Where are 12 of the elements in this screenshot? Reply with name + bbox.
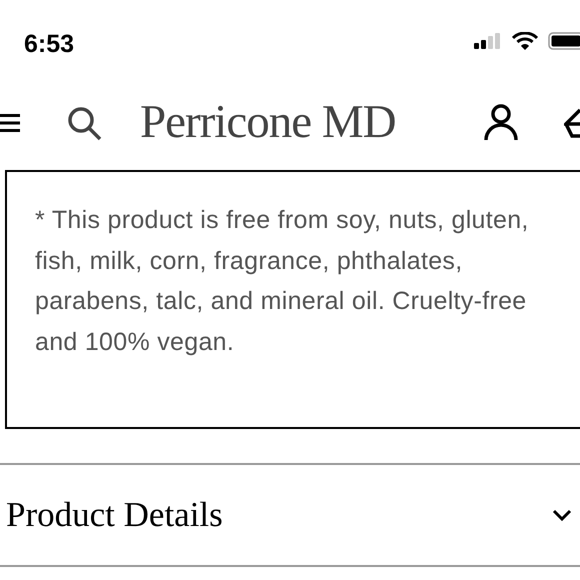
wifi-icon <box>512 32 538 50</box>
brand-logo[interactable]: Perricone MD <box>140 94 396 150</box>
section-title: Product Details <box>6 494 223 536</box>
notice-text: * This product is free from soy, nuts, gluten, fish, milk, corn, fragrance, phthalates, parabens, talc, and mineral oil. Cruelty-free and 100% vegan. <box>35 205 530 358</box>
battery-icon <box>548 32 580 50</box>
status-time: 6:53 <box>24 29 74 60</box>
menu-icon[interactable] <box>0 114 20 132</box>
accordion-header[interactable]: Product Details <box>0 465 580 567</box>
signal-icon <box>474 33 502 49</box>
account-icon[interactable] <box>484 104 518 142</box>
search-icon[interactable] <box>67 106 103 142</box>
basket-icon[interactable] <box>564 108 580 138</box>
